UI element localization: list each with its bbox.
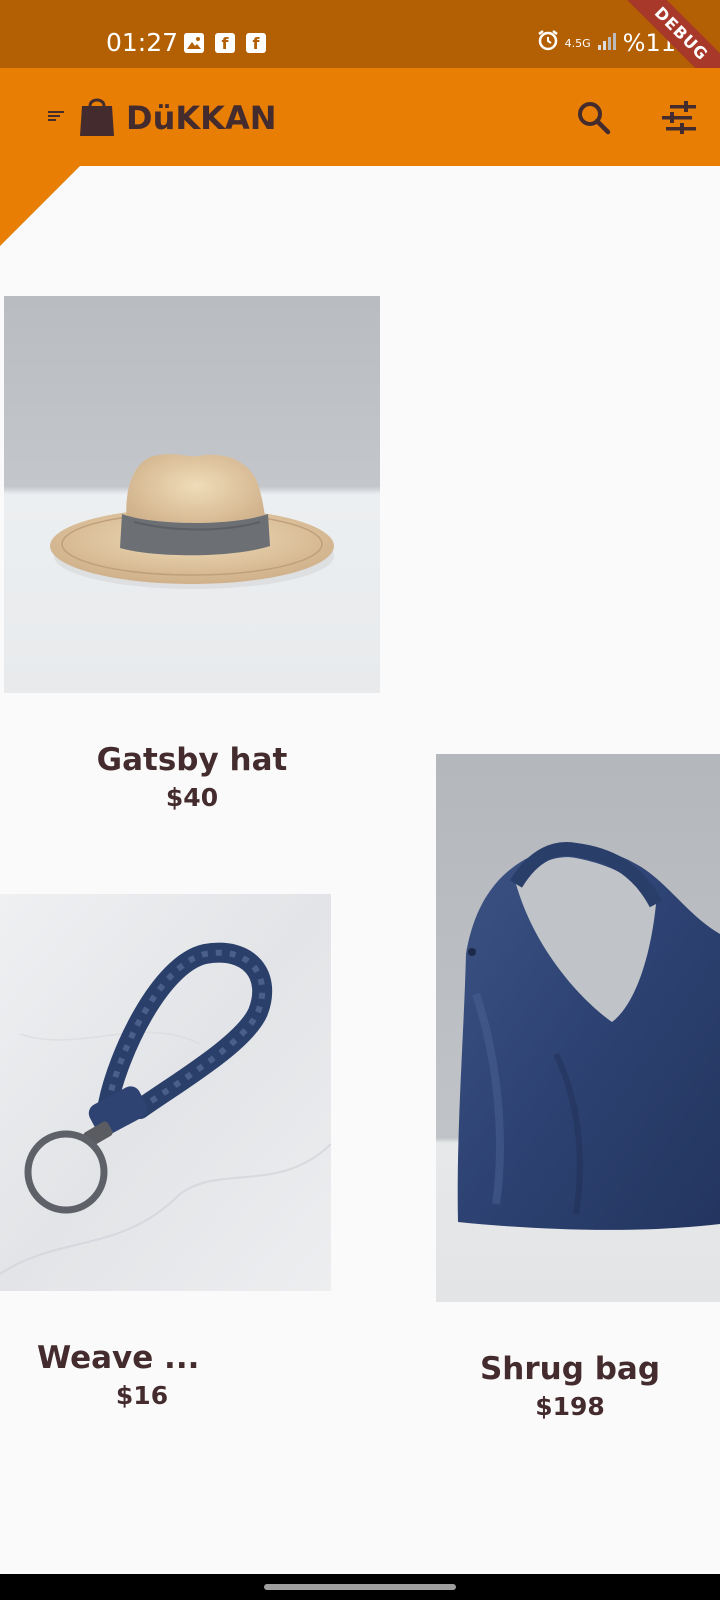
facebook-icon: f [246, 33, 266, 53]
signal-icon [597, 29, 617, 57]
alarm-icon [537, 29, 559, 57]
product-image-keyring [0, 894, 331, 1291]
product-card-weave-keyring[interactable]: Weave ... $16 [0, 894, 331, 1414]
product-image-hat [4, 296, 380, 693]
product-image-bag [436, 754, 720, 1302]
product-card-shrug-bag[interactable]: Shrug bag $198 [436, 754, 720, 1434]
product-name: Shrug bag [479, 1351, 661, 1387]
product-card-gatsby-hat[interactable]: Gatsby hat $40 [4, 296, 380, 816]
search-icon [578, 102, 611, 135]
home-indicator[interactable] [264, 1584, 456, 1590]
gallery-icon [184, 33, 204, 53]
tune-icon [662, 101, 696, 134]
menu-icon [48, 111, 64, 121]
app-bar-corner [0, 166, 80, 246]
facebook-icon: f [215, 33, 235, 53]
product-price: $198 [535, 1392, 605, 1421]
status-indicators: 4.5G %11 [537, 28, 676, 58]
search-button[interactable] [574, 98, 614, 138]
status-time: 01:27 [106, 28, 179, 57]
product-name: Gatsby hat [96, 742, 288, 778]
filter-button[interactable] [658, 98, 700, 138]
menu-button[interactable] [40, 100, 74, 134]
shopping-bag-icon [78, 94, 116, 142]
product-price: $16 [115, 1381, 169, 1410]
status-bar: 01:27 f f 4.5G %11 DEBUG [0, 0, 720, 105]
product-price: $40 [165, 783, 219, 812]
product-name: Weave ... [37, 1340, 200, 1376]
navigation-bar [0, 1574, 720, 1600]
network-type: 4.5G [564, 36, 591, 50]
app-title: DüKKAN [126, 99, 277, 137]
